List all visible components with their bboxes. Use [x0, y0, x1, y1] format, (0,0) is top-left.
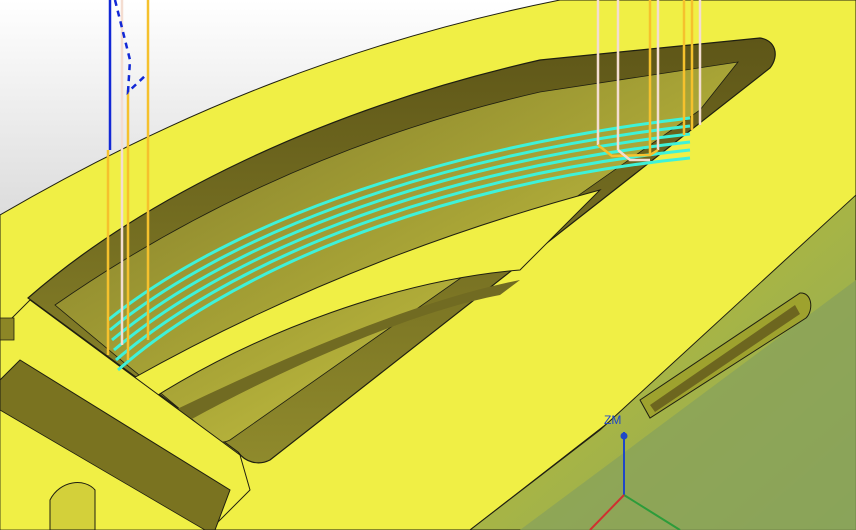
left-edge-notch: [0, 317, 15, 341]
graphics-viewport[interactable]: ZM: [0, 0, 856, 530]
model-canvas[interactable]: [0, 0, 856, 530]
csys-z-arrow: [620, 432, 628, 440]
csys-z-label: ZM: [604, 413, 622, 427]
